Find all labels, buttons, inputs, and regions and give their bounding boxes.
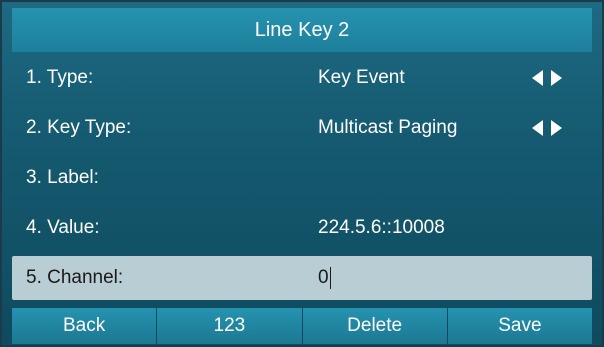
field-label: 5. Channel:: [26, 267, 124, 288]
page-title: Line Key 2: [12, 8, 592, 52]
right-arrow-icon[interactable]: [551, 120, 562, 136]
field-value: Key Event: [318, 67, 405, 88]
field-label: 4. Value:: [26, 217, 100, 238]
field-row-type[interactable]: 1. Type: Key Event: [12, 56, 592, 100]
field-row-channel[interactable]: 5. Channel: 0: [12, 256, 592, 300]
field-value: Multicast Paging: [318, 117, 458, 138]
phone-screen: Line Key 2 1. Type: Key Event 2. Key Typ…: [0, 0, 604, 347]
value-input[interactable]: 224.5.6::10008: [318, 206, 445, 250]
right-arrow-icon[interactable]: [551, 70, 562, 86]
channel-value: 0: [318, 267, 329, 288]
delete-button[interactable]: Delete: [302, 308, 448, 344]
field-label: 3. Label:: [26, 167, 99, 188]
text-cursor: [329, 266, 331, 289]
save-button[interactable]: Save: [447, 308, 592, 344]
left-arrow-icon[interactable]: [532, 120, 543, 136]
field-row-label[interactable]: 3. Label:: [12, 156, 592, 200]
field-row-value[interactable]: 4. Value: 224.5.6::10008: [12, 206, 592, 250]
channel-input[interactable]: 0: [318, 256, 331, 300]
option-switcher[interactable]: [532, 56, 562, 100]
back-button[interactable]: Back: [12, 308, 158, 344]
option-switcher[interactable]: [532, 106, 562, 150]
field-row-key-type[interactable]: 2. Key Type: Multicast Paging: [12, 106, 592, 150]
field-label: 1. Type:: [26, 67, 94, 88]
input-mode-button[interactable]: 123: [157, 308, 303, 344]
field-label: 2. Key Type:: [26, 117, 132, 138]
left-arrow-icon[interactable]: [532, 70, 543, 86]
softkey-bar: Back 123 Delete Save: [12, 308, 592, 344]
